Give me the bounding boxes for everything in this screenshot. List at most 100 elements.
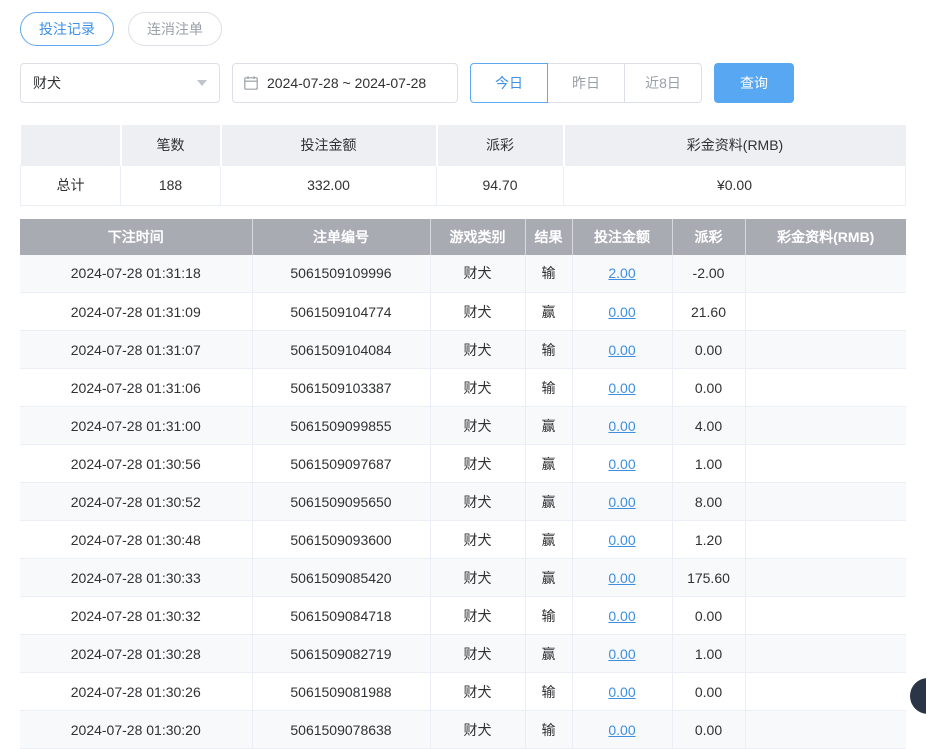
- bet-amount-link[interactable]: 0.00: [608, 722, 635, 738]
- order-number-cell: 5061509104084: [252, 331, 430, 369]
- floating-service-button[interactable]: [910, 678, 926, 714]
- table-row: 2024-07-28 01:31:06 5061509103387 财犬 输 0…: [20, 369, 906, 407]
- bet-amount-cell: 0.00: [572, 293, 672, 331]
- game-type-cell: 财犬: [430, 521, 525, 559]
- bet-amount-link[interactable]: 0.00: [608, 570, 635, 586]
- bet-amount-link[interactable]: 2.00: [608, 265, 635, 281]
- order-number-cell: 5061509084718: [252, 597, 430, 635]
- summary-header-amount: 投注金额: [221, 125, 437, 165]
- summary-total-payout: 94.70: [437, 165, 564, 205]
- bonus-cell: [745, 597, 906, 635]
- header-game-type: 游戏类别: [430, 219, 525, 255]
- game-type-cell: 财犬: [430, 635, 525, 673]
- bonus-cell: [745, 369, 906, 407]
- payout-cell: 0.00: [672, 597, 745, 635]
- table-row: 2024-07-28 01:30:56 5061509097687 财犬 赢 0…: [20, 445, 906, 483]
- order-number-cell: 5061509082719: [252, 635, 430, 673]
- bet-time-cell: 2024-07-28 01:31:07: [20, 331, 252, 369]
- table-row: 2024-07-28 01:31:07 5061509104084 财犬 输 0…: [20, 331, 906, 369]
- bet-amount-link[interactable]: 0.00: [608, 418, 635, 434]
- bonus-cell: [745, 407, 906, 445]
- game-type-cell: 财犬: [430, 445, 525, 483]
- table-row: 2024-07-28 01:30:26 5061509081988 财犬 输 0…: [20, 673, 906, 711]
- tab-cancelled-orders[interactable]: 连消注单: [128, 12, 222, 46]
- game-type-cell: 财犬: [430, 293, 525, 331]
- bet-time-cell: 2024-07-28 01:30:26: [20, 673, 252, 711]
- range-button-today[interactable]: 今日: [470, 63, 548, 103]
- game-select[interactable]: 财犬: [20, 63, 220, 103]
- payout-cell: 4.00: [672, 407, 745, 445]
- payout-cell: 0.00: [672, 331, 745, 369]
- quick-range-group: 今日 昨日 近8日: [470, 63, 702, 103]
- bet-amount-cell: 0.00: [572, 369, 672, 407]
- bet-amount-link[interactable]: 0.00: [608, 608, 635, 624]
- bet-amount-cell: 2.00: [572, 255, 672, 293]
- table-row: 2024-07-28 01:31:09 5061509104774 财犬 赢 0…: [20, 293, 906, 331]
- game-type-cell: 财犬: [430, 673, 525, 711]
- payout-cell: 1.00: [672, 445, 745, 483]
- bet-time-cell: 2024-07-28 01:30:56: [20, 445, 252, 483]
- summary-header-payout: 派彩: [437, 125, 564, 165]
- summary-header-bonus: 彩金资料(RMB): [564, 125, 906, 165]
- bet-time-cell: 2024-07-28 01:30:20: [20, 711, 252, 749]
- bonus-cell: [745, 483, 906, 521]
- result-cell: 输: [525, 331, 572, 369]
- bet-amount-link[interactable]: 0.00: [608, 380, 635, 396]
- summary-total-bonus: ¥0.00: [564, 165, 906, 205]
- bet-time-cell: 2024-07-28 01:30:48: [20, 521, 252, 559]
- payout-cell: 8.00: [672, 483, 745, 521]
- bet-amount-link[interactable]: 0.00: [608, 646, 635, 662]
- summary-total-amount: 332.00: [221, 165, 437, 205]
- bet-time-cell: 2024-07-28 01:31:00: [20, 407, 252, 445]
- order-number-cell: 5061509078638: [252, 711, 430, 749]
- game-type-cell: 财犬: [430, 483, 525, 521]
- order-number-cell: 5061509099855: [252, 407, 430, 445]
- bet-amount-link[interactable]: 0.00: [608, 304, 635, 320]
- payout-cell: 175.60: [672, 559, 745, 597]
- payout-cell: 0.00: [672, 369, 745, 407]
- result-cell: 输: [525, 711, 572, 749]
- table-row: 2024-07-28 01:30:33 5061509085420 财犬 赢 0…: [20, 559, 906, 597]
- result-cell: 赢: [525, 445, 572, 483]
- bet-amount-link[interactable]: 0.00: [608, 342, 635, 358]
- table-row: 2024-07-28 01:30:20 5061509078638 财犬 输 0…: [20, 711, 906, 749]
- bonus-cell: [745, 711, 906, 749]
- bet-amount-cell: 0.00: [572, 597, 672, 635]
- bet-amount-cell: 0.00: [572, 521, 672, 559]
- header-payout: 派彩: [672, 219, 745, 255]
- bet-table: 下注时间 注单编号 游戏类别 结果 投注金额 派彩 彩金资料(RMB) 2024…: [20, 219, 906, 749]
- result-cell: 赢: [525, 521, 572, 559]
- header-result: 结果: [525, 219, 572, 255]
- bet-amount-link[interactable]: 0.00: [608, 532, 635, 548]
- chevron-down-icon: [197, 80, 207, 86]
- range-button-last8days[interactable]: 近8日: [624, 63, 702, 103]
- result-cell: 输: [525, 255, 572, 293]
- tab-betting-records[interactable]: 投注记录: [20, 12, 114, 46]
- payout-cell: -2.00: [672, 255, 745, 293]
- table-row: 2024-07-28 01:31:00 5061509099855 财犬 赢 0…: [20, 407, 906, 445]
- game-select-value: 财犬: [33, 73, 61, 93]
- table-row: 2024-07-28 01:31:18 5061509109996 财犬 输 2…: [20, 255, 906, 293]
- summary-total-count: 188: [121, 165, 221, 205]
- bet-amount-cell: 0.00: [572, 673, 672, 711]
- bet-amount-cell: 0.00: [572, 331, 672, 369]
- bonus-cell: [745, 673, 906, 711]
- game-type-cell: 财犬: [430, 407, 525, 445]
- query-button[interactable]: 查询: [714, 63, 794, 103]
- bet-time-cell: 2024-07-28 01:31:06: [20, 369, 252, 407]
- bet-amount-cell: 0.00: [572, 559, 672, 597]
- bet-amount-link[interactable]: 0.00: [608, 684, 635, 700]
- betting-records-page: 投注记录 连消注单 财犬 2024-07-28 ~ 2024-07-28 今日 …: [0, 0, 926, 749]
- bet-amount-cell: 0.00: [572, 635, 672, 673]
- bet-amount-link[interactable]: 0.00: [608, 456, 635, 472]
- bet-amount-link[interactable]: 0.00: [608, 494, 635, 510]
- game-type-cell: 财犬: [430, 369, 525, 407]
- result-cell: 赢: [525, 407, 572, 445]
- payout-cell: 1.00: [672, 635, 745, 673]
- bonus-cell: [745, 521, 906, 559]
- summary-header-count: 笔数: [121, 125, 221, 165]
- date-range-picker[interactable]: 2024-07-28 ~ 2024-07-28: [232, 63, 458, 103]
- order-number-cell: 5061509097687: [252, 445, 430, 483]
- range-button-yesterday[interactable]: 昨日: [547, 63, 625, 103]
- header-order-number: 注单编号: [252, 219, 430, 255]
